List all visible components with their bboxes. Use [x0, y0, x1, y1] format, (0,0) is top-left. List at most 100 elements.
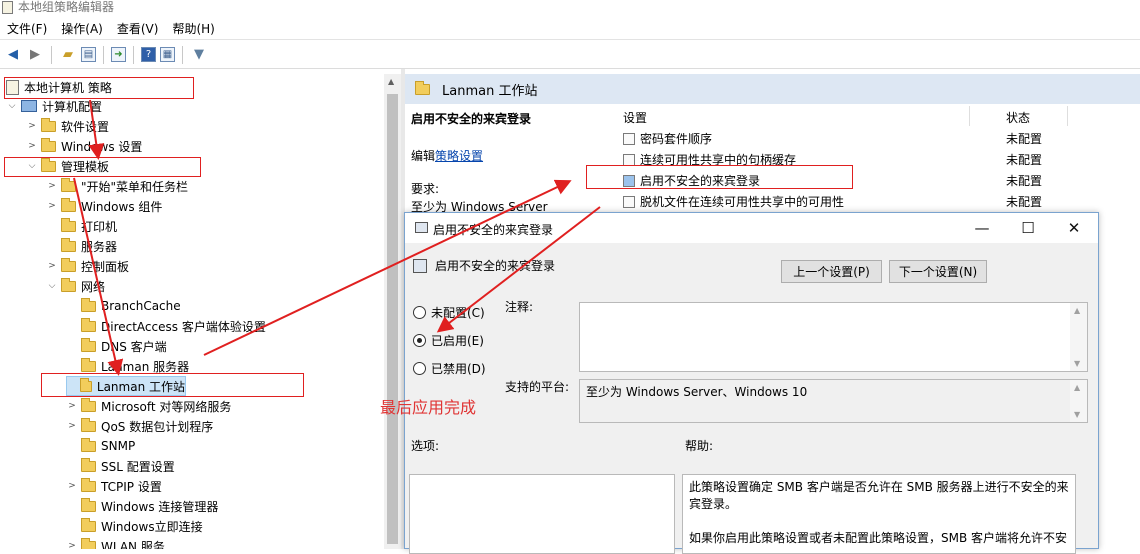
- list-item[interactable]: 密码套件顺序 未配置: [615, 128, 1140, 149]
- setting-state: 未配置: [1006, 174, 1043, 188]
- radio-disabled[interactable]: 已禁用(D): [413, 360, 486, 377]
- forward-arrow-icon[interactable]: ▶: [26, 46, 44, 64]
- platform-scrollbar[interactable]: ▲ ▼: [1070, 380, 1087, 422]
- platform-label: 支持的平台:: [505, 380, 570, 394]
- folder-icon: [61, 237, 76, 252]
- tree-item-tcpip[interactable]: > TCPIP 设置: [66, 476, 162, 496]
- folder-icon: [81, 477, 96, 492]
- radio-label: 已禁用(D): [431, 362, 486, 376]
- toolbar-divider: [133, 45, 134, 64]
- tree-scrollbar[interactable]: ▲: [384, 74, 401, 549]
- tree-label: WLAN 服务: [101, 539, 165, 550]
- chevron-down-icon[interactable]: ⌵: [46, 281, 58, 291]
- tree-item-directaccess[interactable]: DirectAccess 客户端体验设置: [66, 316, 266, 336]
- chevron-right-icon[interactable]: >: [66, 421, 78, 431]
- chevron-right-icon[interactable]: >: [46, 201, 58, 211]
- column-setting[interactable]: 设置: [623, 109, 647, 126]
- next-setting-button[interactable]: 下一个设置(N): [889, 260, 987, 283]
- tree-item-ssl[interactable]: SSL 配置设置: [66, 456, 175, 476]
- previous-setting-button[interactable]: 上一个设置(P): [781, 260, 882, 283]
- radio-label: 未配置(C): [431, 306, 485, 320]
- navigation-tree: 本地计算机 策略 ⌵ 计算机配置 > 软件设置 > Windows 设置 ⌵ 管…: [0, 74, 384, 549]
- chevron-right-icon[interactable]: >: [66, 481, 78, 491]
- chevron-down-icon[interactable]: ⌵: [6, 101, 18, 111]
- annotation-text: 最后应用完成: [380, 398, 477, 417]
- options-label: 选项:: [411, 439, 440, 453]
- tree-item-branchcache[interactable]: BranchCache: [66, 296, 181, 316]
- chevron-right-icon[interactable]: >: [46, 261, 58, 271]
- chevron-right-icon[interactable]: >: [26, 121, 38, 131]
- menu-bar: 文件(F) 操作(A) 查看(V) 帮助(H): [0, 18, 1140, 40]
- list-item[interactable]: 脱机文件在连续可用性共享中的可用性 未配置: [615, 191, 1140, 212]
- radio-circle[interactable]: [413, 306, 426, 319]
- dialog-title: 启用不安全的来宾登录: [433, 223, 554, 237]
- chevron-right-icon[interactable]: >: [66, 401, 78, 411]
- comment-textarea[interactable]: ▲ ▼: [579, 302, 1088, 372]
- radio-enabled[interactable]: 已启用(E): [413, 332, 484, 349]
- tree-item-server[interactable]: 服务器: [46, 236, 117, 256]
- menu-help[interactable]: 帮助(H): [165, 18, 221, 40]
- scrollbar-thumb[interactable]: [387, 94, 398, 544]
- filter-icon[interactable]: ▼: [190, 46, 208, 64]
- window-title: 本地组策略编辑器: [18, 0, 115, 14]
- folder-icon: [81, 417, 96, 432]
- menu-file[interactable]: 文件(F): [0, 18, 54, 40]
- tree-item-windows-settings[interactable]: > Windows 设置: [26, 136, 142, 156]
- tree-item-computer-config[interactable]: ⌵ 计算机配置: [6, 96, 102, 116]
- tree-label: SSL 配置设置: [101, 459, 175, 474]
- edit-policy-link[interactable]: 策略设置: [435, 149, 483, 163]
- show-hide-tree-icon[interactable]: ▤: [81, 47, 96, 62]
- properties-icon[interactable]: ▦: [160, 47, 175, 62]
- tree-label: 计算机配置: [42, 99, 103, 114]
- tree-item-wcm[interactable]: Windows 连接管理器: [66, 496, 218, 516]
- column-divider[interactable]: [969, 106, 970, 126]
- tree-item-start-menu[interactable]: > "开始"菜单和任务栏: [46, 176, 188, 196]
- setting-icon: [623, 153, 635, 166]
- help-icon[interactable]: ?: [141, 47, 156, 62]
- scroll-up-icon[interactable]: ▲: [388, 77, 394, 86]
- scroll-up-icon[interactable]: ▲: [1074, 383, 1080, 392]
- tree-item-network[interactable]: ⌵ 网络: [46, 276, 105, 296]
- menu-action[interactable]: 操作(A): [54, 18, 110, 40]
- tree-item-printers[interactable]: 打印机: [46, 216, 117, 236]
- radio-not-configured[interactable]: 未配置(C): [413, 304, 485, 321]
- tree-item-software-settings[interactable]: > 软件设置: [26, 116, 109, 136]
- tree-item-snmp[interactable]: SNMP: [66, 436, 135, 456]
- tree-item-qos[interactable]: > QoS 数据包计划程序: [66, 416, 213, 436]
- maximize-icon[interactable]: ☐: [1008, 217, 1048, 239]
- tree-item-wlan[interactable]: > WLAN 服务: [66, 536, 165, 549]
- folder-icon: [81, 397, 96, 412]
- annotation-box: [4, 157, 201, 177]
- dialog-title-bar[interactable]: 启用不安全的来宾登录 — ☐ ✕: [405, 213, 1098, 243]
- column-state[interactable]: 状态: [1006, 109, 1030, 126]
- setting-icon: [413, 259, 427, 273]
- chevron-right-icon[interactable]: >: [26, 141, 38, 151]
- tree-item-windows-connect-now[interactable]: Windows立即连接: [66, 516, 203, 536]
- toolbar-divider: [51, 45, 52, 64]
- scroll-down-icon[interactable]: ▼: [1074, 410, 1080, 419]
- tree-item-windows-components[interactable]: > Windows 组件: [46, 196, 162, 216]
- radio-circle[interactable]: [413, 334, 426, 347]
- radio-circle[interactable]: [413, 362, 426, 375]
- tree-item-dns-client[interactable]: DNS 客户端: [66, 336, 167, 356]
- comment-scrollbar[interactable]: ▲ ▼: [1070, 303, 1087, 371]
- help-textbox: 此策略设置确定 SMB 客户端是否允许在 SMB 服务器上进行不安全的来宾登录。…: [682, 474, 1076, 554]
- scroll-up-icon[interactable]: ▲: [1074, 306, 1080, 315]
- toolbar: ◀ ▶ ▰ ▤ ➜ ? ▦ ▼: [0, 41, 1140, 69]
- details-header-title: Lanman 工作站: [442, 83, 538, 99]
- minimize-icon[interactable]: —: [962, 217, 1002, 239]
- chevron-right-icon[interactable]: >: [66, 541, 78, 549]
- back-arrow-icon[interactable]: ◀: [4, 46, 22, 64]
- menu-view[interactable]: 查看(V): [110, 18, 166, 40]
- chevron-right-icon[interactable]: >: [46, 181, 58, 191]
- folder-up-icon[interactable]: ▰: [59, 46, 77, 64]
- help-text: 此策略设置确定 SMB 客户端是否允许在 SMB 服务器上进行不安全的来宾登录。…: [689, 479, 1073, 547]
- export-list-icon[interactable]: ➜: [111, 47, 126, 62]
- tree-item-control-panel[interactable]: > 控制面板: [46, 256, 129, 276]
- tree-item-microsoft-p2p[interactable]: > Microsoft 对等网络服务: [66, 396, 231, 416]
- help-label: 帮助:: [685, 439, 714, 453]
- scroll-down-icon[interactable]: ▼: [1074, 359, 1080, 368]
- folder-icon: [81, 317, 96, 332]
- column-divider[interactable]: [1067, 106, 1068, 126]
- close-icon[interactable]: ✕: [1054, 217, 1094, 239]
